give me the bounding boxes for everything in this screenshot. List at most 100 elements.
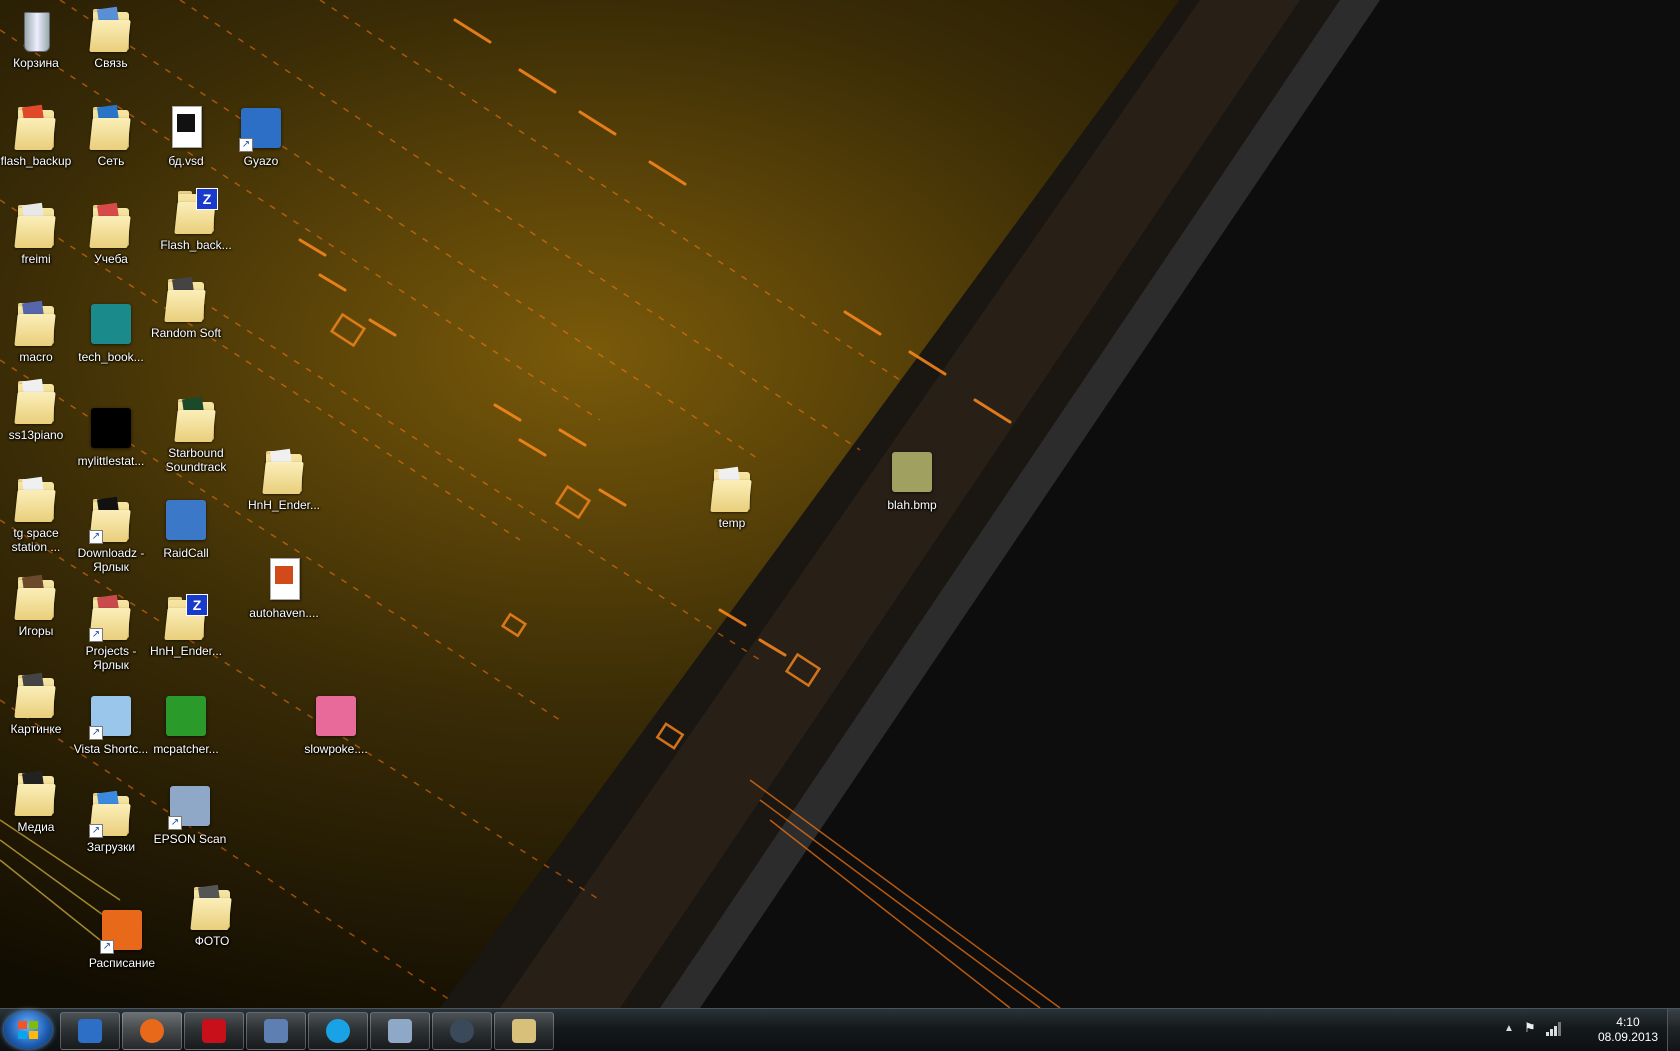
taskbar-app-button[interactable] xyxy=(370,1012,430,1050)
paint-palette-icon xyxy=(512,1019,536,1043)
desktop-icon-label: Загрузки xyxy=(86,840,136,854)
folder-icon xyxy=(12,300,60,348)
desktop-icon-label: tech_book... xyxy=(78,350,144,364)
firefox-icon xyxy=(140,1019,164,1043)
mcpatcher-icon xyxy=(162,692,210,740)
desktop-icon-label: macro xyxy=(19,350,53,364)
desktop-icon[interactable]: ↗ Расписание xyxy=(84,906,160,970)
desktop-icon[interactable]: Z HnH_Ender... xyxy=(148,594,224,658)
desktop-icon[interactable]: macro xyxy=(0,300,74,364)
clock-time: 4:10 xyxy=(1616,1015,1640,1029)
desktop-icon-label: Игоры xyxy=(18,624,54,638)
shortcut-arrow-icon: ↗ xyxy=(100,940,114,954)
desktop-icon[interactable]: RaidCall xyxy=(148,496,224,560)
folder-icon xyxy=(162,276,210,324)
desktop-icon[interactable]: mcpatcher... xyxy=(148,692,224,756)
taskbar-app-button[interactable] xyxy=(494,1012,554,1050)
desktop-icon[interactable]: mylittlestat... xyxy=(73,404,149,468)
folder-icon xyxy=(12,672,60,720)
desktop-icon-label: Корзина xyxy=(13,56,59,70)
desktop-icon[interactable]: blah.bmp xyxy=(874,448,950,512)
folder-icon xyxy=(12,378,60,426)
folder-icon: ↗ xyxy=(87,496,135,544)
action-center-flag-icon[interactable]: ⚑ xyxy=(1524,1020,1536,1036)
taskbar-clock[interactable]: 4:10 08.09.2013 xyxy=(1598,1015,1658,1045)
desktop-icon[interactable]: ↗ EPSON Scan xyxy=(152,782,228,846)
show-desktop-button[interactable] xyxy=(1667,1009,1680,1051)
desktop-icon[interactable]: ↗ Gyazo xyxy=(223,104,299,168)
desktop-icon-label: EPSON Scan xyxy=(153,832,227,846)
desktop-icon[interactable]: temp xyxy=(694,466,770,530)
desktop-icon-label: freimi xyxy=(21,252,51,266)
folder-icon xyxy=(260,448,308,496)
desktop-icon[interactable]: Сеть xyxy=(73,104,149,168)
zip-archive-icon: Z xyxy=(162,594,210,642)
taskbar-app-button[interactable] xyxy=(432,1012,492,1050)
desktop-icon[interactable]: tech_book... xyxy=(73,300,149,364)
recycle-bin-icon xyxy=(12,6,60,54)
skype-icon xyxy=(326,1019,350,1043)
desktop-icon[interactable]: Учеба xyxy=(73,202,149,266)
slowpoke-icon xyxy=(312,692,360,740)
desktop-icon[interactable]: flash_backup xyxy=(0,104,74,168)
desktop-icon-label: Расписание xyxy=(88,956,156,970)
desktop-icon[interactable]: autohaven.... xyxy=(246,556,322,620)
desktop-icon-label: Starbound Soundtrack xyxy=(165,446,227,474)
desktop-icon[interactable]: Z Flash_back... xyxy=(158,188,234,252)
show-hidden-icons-icon[interactable]: ▲ xyxy=(1504,1023,1514,1034)
desktop-icon-label: Учеба xyxy=(94,252,128,266)
desktop-icon[interactable]: ↗ Projects - Ярлык xyxy=(73,594,149,672)
desktop-icon-label: Vista Shortc... xyxy=(73,742,149,756)
clock-date: 08.09.2013 xyxy=(1597,1030,1658,1044)
network-signal-icon[interactable] xyxy=(1546,1022,1562,1036)
folder-icon xyxy=(12,202,60,250)
image-thumbnail-icon xyxy=(87,404,135,452)
windows-logo-icon xyxy=(18,1021,38,1039)
shortcut-arrow-icon: ↗ xyxy=(89,530,103,544)
taskbar-app-button[interactable] xyxy=(308,1012,368,1050)
desktop-icon[interactable]: tg space station ... xyxy=(0,476,74,554)
desktop-icon[interactable]: Random Soft xyxy=(148,276,224,340)
desktop-icon[interactable]: freimi xyxy=(0,202,74,266)
shortcut-arrow-icon: ↗ xyxy=(168,816,182,830)
desktop-icon[interactable]: ss13piano xyxy=(0,378,74,442)
epson-scan-icon xyxy=(388,1019,412,1043)
desktop-icon[interactable]: ↗ Downloadz - Ярлык xyxy=(73,496,149,574)
shortcut-arrow-icon: ↗ xyxy=(89,628,103,642)
folder-icon xyxy=(12,476,60,524)
raidcall-icon xyxy=(162,496,210,544)
desktop-icon-label: бд.vsd xyxy=(168,154,204,168)
folder-icon xyxy=(12,104,60,152)
desktop-icon[interactable]: Картинке xyxy=(0,672,74,736)
taskbar-app-button[interactable] xyxy=(122,1012,182,1050)
desktop-icon[interactable]: ↗ Vista Shortc... xyxy=(73,692,149,756)
folder-icon xyxy=(87,202,135,250)
desktop-icon[interactable]: Игоры xyxy=(0,574,74,638)
desktop-icon[interactable]: ФОТО xyxy=(174,884,250,948)
taskbar-app-button[interactable] xyxy=(246,1012,306,1050)
zip-archive-icon: Z xyxy=(172,188,220,236)
desktop-icon-label: mcpatcher... xyxy=(153,742,219,756)
start-button[interactable] xyxy=(4,1011,52,1049)
desktop-icon-label: RaidCall xyxy=(163,546,209,560)
folder-icon xyxy=(172,396,220,444)
desktop-icon[interactable]: slowpoke.... xyxy=(298,692,374,756)
desktop-icon-label: Downloadz - Ярлык xyxy=(77,546,145,574)
taskbar-app-button[interactable] xyxy=(60,1012,120,1050)
firefox-icon: ↗ xyxy=(98,906,146,954)
shortcut-arrow-icon: ↗ xyxy=(89,824,103,838)
desktop-icon[interactable]: ↗ Загрузки xyxy=(73,790,149,854)
desktop-icon[interactable]: Связь xyxy=(73,6,149,70)
desktop-icon-label: HnH_Ender... xyxy=(149,644,223,658)
desktop-icon[interactable]: Starbound Soundtrack xyxy=(158,396,234,474)
desktop-icon[interactable]: HnH_Ender... xyxy=(246,448,322,512)
desktop-icon[interactable]: Корзина xyxy=(0,6,74,70)
desktop-icon-label: HnH_Ender... xyxy=(247,498,321,512)
desktop-icon[interactable]: бд.vsd xyxy=(148,104,224,168)
folder-icon xyxy=(87,104,135,152)
desktop-icon[interactable]: Медиа xyxy=(0,770,74,834)
folder-icon xyxy=(12,574,60,622)
taskbar-app-button[interactable] xyxy=(184,1012,244,1050)
folder-icon xyxy=(708,466,756,514)
desktop-icon-label: Связь xyxy=(94,56,128,70)
